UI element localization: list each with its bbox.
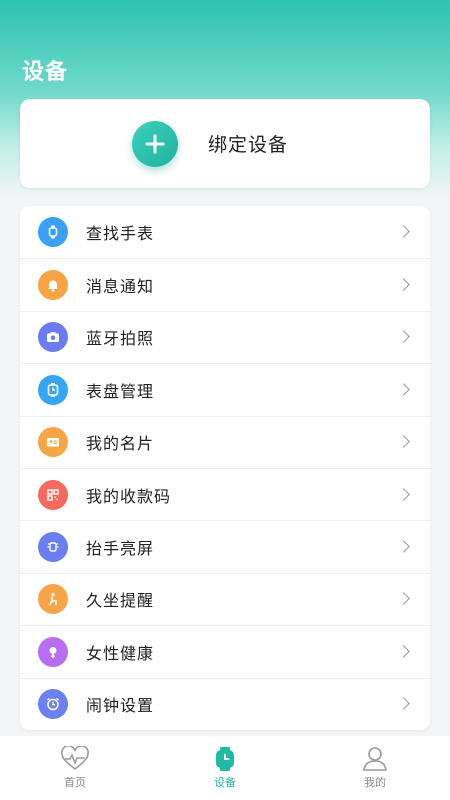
menu-item-label: 久坐提醒 xyxy=(86,591,155,611)
menu-item-bluetooth-camera[interactable]: 蓝牙拍照 xyxy=(20,310,430,363)
alarm-icon xyxy=(38,689,68,720)
tab-device[interactable]: 设备 xyxy=(150,736,300,800)
menu-item-label: 查找手表 xyxy=(86,224,155,244)
chevron-right-icon xyxy=(397,278,410,291)
tab-label: 设备 xyxy=(214,776,236,789)
chevron-right-icon xyxy=(397,487,410,501)
bind-device-label: 绑定设备 xyxy=(207,134,288,156)
device-screen: 设备 绑定设备 查找手表 消息通知 蓝牙拍照 表盘管理 我的名片 我的收款码 抬… xyxy=(0,0,450,800)
device-menu: 查找手表 消息通知 蓝牙拍照 表盘管理 我的名片 我的收款码 抬手亮屏 久坐提醒… xyxy=(20,206,430,730)
female-health-icon xyxy=(38,636,68,667)
menu-item-label: 表盘管理 xyxy=(86,381,155,401)
chevron-right-icon xyxy=(397,435,410,449)
chevron-right-icon xyxy=(397,592,410,606)
menu-item-notifications[interactable]: 消息通知 xyxy=(20,258,430,310)
menu-item-sedentary-reminder[interactable]: 久坐提醒 xyxy=(20,572,430,625)
bell-icon xyxy=(38,270,68,301)
tab-label: 我的 xyxy=(364,776,386,789)
chevron-right-icon xyxy=(397,540,410,553)
menu-item-label: 女性健康 xyxy=(86,643,155,663)
bind-device-button[interactable]: 绑定设备 xyxy=(20,99,430,188)
menu-item-business-card[interactable]: 我的名片 xyxy=(20,415,430,468)
menu-item-payment-code[interactable]: 我的收款码 xyxy=(20,467,430,520)
chevron-right-icon xyxy=(397,382,410,396)
menu-item-watch-face[interactable]: 表盘管理 xyxy=(20,363,430,415)
sitting-icon xyxy=(38,584,68,615)
page-title: 设备 xyxy=(22,60,69,85)
menu-item-label: 蓝牙拍照 xyxy=(86,329,155,349)
bottom-tab-bar: 首页 设备 我的 xyxy=(0,736,450,800)
menu-item-label: 闹钟设置 xyxy=(86,696,155,716)
menu-item-alarm-settings[interactable]: 闹钟设置 xyxy=(20,677,430,730)
tab-mine[interactable]: 我的 xyxy=(300,736,450,800)
menu-item-raise-to-wake[interactable]: 抬手亮屏 xyxy=(20,520,430,572)
menu-item-label: 消息通知 xyxy=(86,277,155,297)
tab-home[interactable]: 首页 xyxy=(0,736,150,800)
menu-item-find-watch[interactable]: 查找手表 xyxy=(20,206,430,258)
watch-icon xyxy=(38,217,68,248)
device-watch-icon xyxy=(216,747,234,771)
chevron-right-icon xyxy=(397,330,410,344)
user-icon xyxy=(363,747,387,771)
camera-icon xyxy=(38,322,68,353)
heart-pulse-icon xyxy=(61,746,89,771)
watch-face-icon xyxy=(38,374,68,405)
plus-icon xyxy=(131,120,178,167)
chevron-right-icon xyxy=(397,225,410,239)
menu-item-label: 抬手亮屏 xyxy=(86,539,155,559)
card-icon xyxy=(38,427,68,458)
qr-code-icon xyxy=(38,479,68,510)
menu-item-label: 我的名片 xyxy=(86,434,155,454)
chevron-right-icon xyxy=(397,697,410,711)
chevron-right-icon xyxy=(397,644,410,658)
raise-wrist-icon xyxy=(38,532,68,563)
tab-label: 首页 xyxy=(64,776,86,789)
menu-item-label: 我的收款码 xyxy=(86,486,172,506)
menu-item-female-health[interactable]: 女性健康 xyxy=(20,625,430,677)
